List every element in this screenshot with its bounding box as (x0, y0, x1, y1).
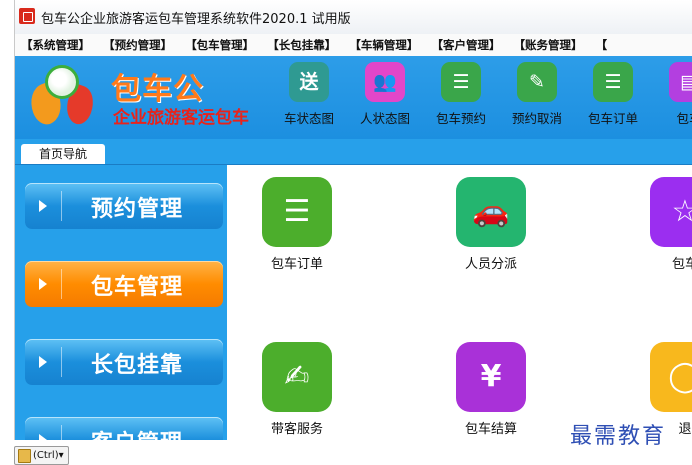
clipboard-icon (18, 449, 31, 463)
pen-paper-icon: ✍ (262, 342, 332, 412)
car-dispatch-icon: 🚗 (456, 177, 526, 247)
card-label: 包车订单 (270, 257, 323, 272)
order-cart-icon: ☰ (262, 177, 332, 247)
home-dashboard: ☰ 包车订单 🚗 人员分派 ☆ 包车 ✍ 带客服务 ¥ 包车结算 ◯ 退 (227, 165, 692, 440)
dashboard-charter-order[interactable]: ☰ 包车订单 (237, 165, 357, 285)
toolbar-cancel-reservation[interactable]: ✎ 预约取消 (499, 56, 575, 139)
dashboard-staff-dispatch[interactable]: 🚗 人员分派 (431, 165, 551, 285)
menu-vehicle[interactable]: 【车辆管理】 (349, 34, 418, 56)
sidebar-item-reservation[interactable]: 预约管理 (25, 183, 223, 229)
menu-system[interactable]: 【系统管理】 (21, 34, 90, 56)
tab-home-navigation[interactable]: 首页导航 (21, 144, 105, 164)
menu-more[interactable]: 【 (596, 34, 608, 56)
app-logo-icon (19, 8, 35, 24)
card-label: 带客服务 (270, 422, 323, 437)
sidebar-item-label: 长包挂靠 (91, 353, 184, 378)
sidebar-item-label: 客户管理 (91, 425, 183, 440)
sidebar-item-charter[interactable]: 包车管理 (25, 261, 223, 307)
coin-icon: ◯ (650, 342, 692, 412)
divider (61, 269, 62, 299)
document-icon: ▤ (669, 62, 692, 102)
brand-slogan: 企业旅游客运包车 (113, 108, 249, 128)
toolbar-charter-more[interactable]: ▤ 包车 (651, 56, 692, 139)
menu-accounts[interactable]: 【账务管理】 (514, 34, 583, 56)
toolbar-charter-order[interactable]: ☰ 包车订单 (575, 56, 651, 139)
globe-icon (45, 65, 79, 99)
toolbar-label: 预约取消 (511, 111, 562, 126)
watermark-text: 最需教育 (570, 424, 667, 449)
brand-logo: 包车公 企业旅游客运包车 (25, 60, 257, 134)
order-cart-icon: ☰ (593, 62, 633, 102)
toolbar-label: 包车 (676, 111, 692, 126)
card-label: 人员分派 (464, 257, 517, 272)
menu-long-term[interactable]: 【长包挂靠】 (267, 34, 336, 56)
toolbar-label: 人状态图 (359, 111, 410, 126)
toolbar-charter-reservation[interactable]: ☰ 包车预约 (423, 56, 499, 139)
card-label: 包车结算 (464, 422, 517, 437)
play-arrow-icon (39, 278, 47, 290)
toolbar-label: 车状态图 (283, 111, 334, 126)
delivery-truck-icon: 送 (289, 62, 329, 102)
divider (61, 425, 62, 440)
navigation-bar: 首页导航 (15, 139, 692, 165)
toolbar-label: 包车订单 (587, 111, 638, 126)
paste-shortcut-label: (Ctrl)▾ (33, 450, 64, 461)
menu-charter[interactable]: 【包车管理】 (185, 34, 254, 56)
window-title: 包车公企业旅游客运包车管理系统软件2020.1 试用版 (41, 12, 351, 27)
dashboard-guest-service[interactable]: ✍ 带客服务 (237, 330, 357, 440)
people-icon: 👥 (365, 62, 405, 102)
invoice-yen-icon: ¥ (456, 342, 526, 412)
play-arrow-icon (39, 434, 47, 440)
play-arrow-icon (39, 200, 47, 212)
sidebar-item-label: 预约管理 (91, 197, 184, 222)
dashboard-charter-settlement[interactable]: ¥ 包车结算 (431, 330, 551, 440)
sidebar-item-customer[interactable]: 客户管理 (25, 417, 223, 440)
divider (61, 347, 62, 377)
menu-customer[interactable]: 【客户管理】 (431, 34, 500, 56)
sidebar: 预约管理 包车管理 长包挂靠 客户管理 (15, 165, 227, 440)
card-label: 包车 (671, 257, 692, 272)
title-bar: 包车公企业旅游客运包车管理系统软件2020.1 试用版 (15, 0, 692, 35)
sidebar-item-long-term[interactable]: 长包挂靠 (25, 339, 223, 385)
menu-reservation[interactable]: 【预约管理】 (103, 34, 172, 56)
brand-name: 包车公 (111, 72, 204, 107)
divider (61, 191, 62, 221)
toolbar-vehicle-status[interactable]: 送 车状态图 (271, 56, 347, 139)
dashboard-charter-more[interactable]: ☆ 包车 (625, 165, 692, 285)
star-document-icon: ☆ (650, 177, 692, 247)
paste-options-button[interactable]: (Ctrl)▾ (14, 446, 69, 465)
menu-bar: 【系统管理】 【预约管理】 【包车管理】 【长包挂靠】 【车辆管理】 【客户管理… (15, 34, 692, 57)
clipboard-check-icon: ☰ (441, 62, 481, 102)
app-window: 包车公企业旅游客运包车管理系统软件2020.1 试用版 【系统管理】 【预约管理… (14, 0, 692, 440)
header-banner: 包车公 企业旅游客运包车 送 车状态图 👥 人状态图 ☰ 包车预约 ✎ 预约取消… (15, 56, 692, 139)
edit-square-icon: ✎ (517, 62, 557, 102)
toolbar-label: 包车预约 (435, 111, 486, 126)
sidebar-item-label: 包车管理 (91, 275, 184, 300)
play-arrow-icon (39, 356, 47, 368)
toolbar-staff-status[interactable]: 👥 人状态图 (347, 56, 423, 139)
